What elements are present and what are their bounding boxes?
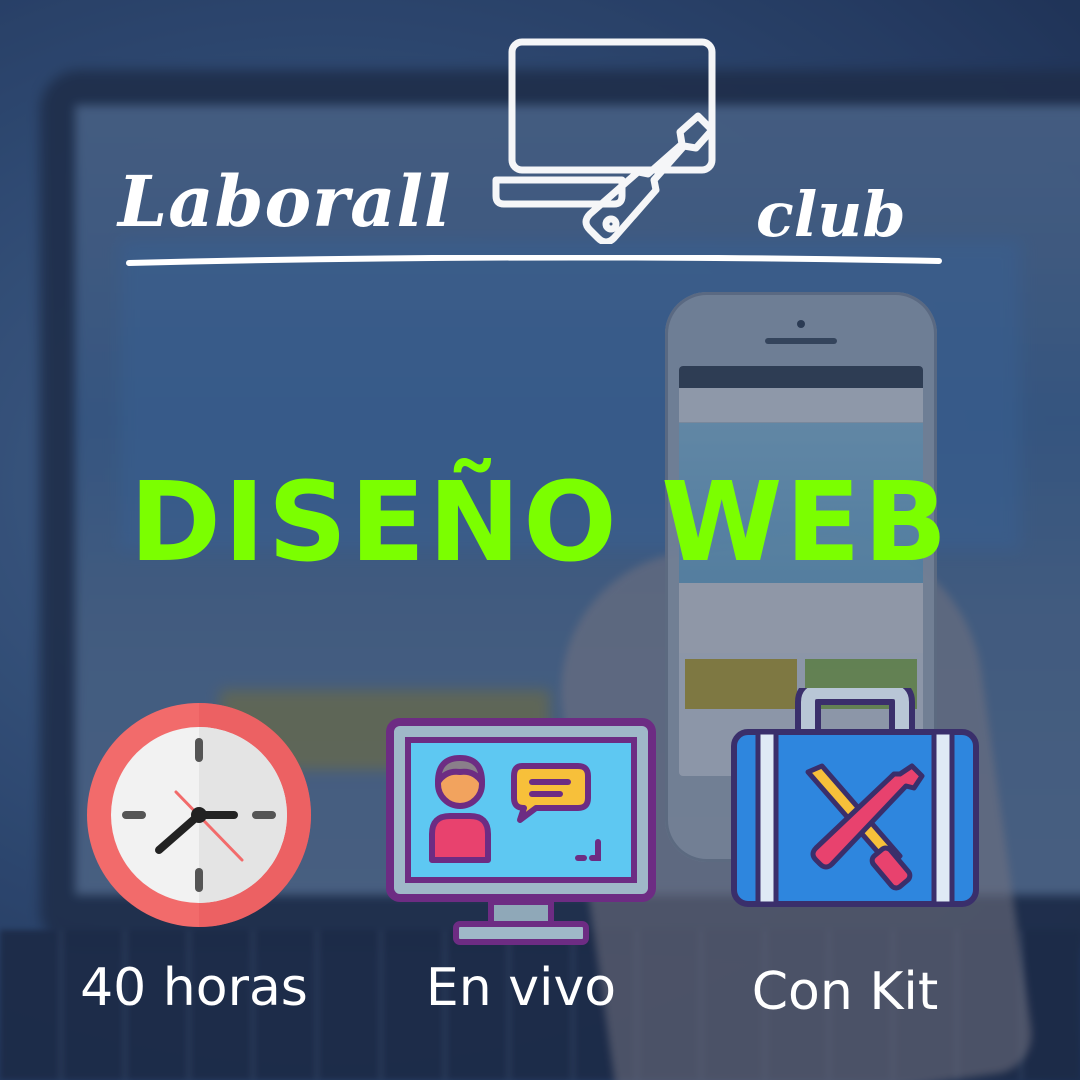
logo-underline [126,255,942,266]
poster: Laborall club DISEÑO WEB 40 horas En viv… [0,0,1080,1080]
toolbox-icon [731,688,979,907]
video-call-monitor-icon [386,718,656,945]
feature-label-kit: Con Kit [751,962,939,1022]
feature-label-hours: 40 horas [80,958,308,1018]
clock-icon [87,703,311,927]
page-title: DISEÑO WEB [129,458,951,586]
feature-label-live: En vivo [425,958,617,1018]
laptop-wrench-icon [492,38,716,244]
logo-word-left: Laborall [118,160,452,243]
logo-word-right: club [756,178,906,251]
